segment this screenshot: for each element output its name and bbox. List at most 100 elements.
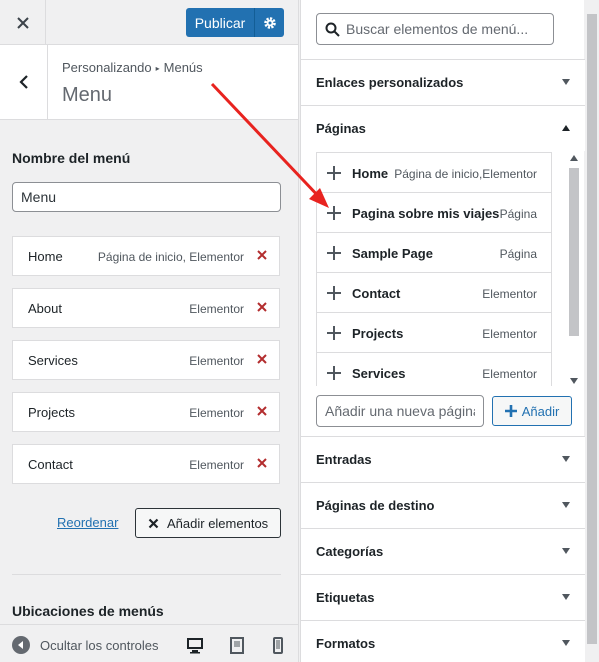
chevron-left-icon: [18, 75, 28, 89]
page-title: Projects: [352, 326, 404, 341]
desktop-icon: [187, 637, 203, 653]
chevron-down-icon: [562, 79, 570, 85]
page-title: Pagina sobre mis viajes: [352, 206, 500, 221]
menu-item-title: Services: [28, 353, 78, 368]
menu-name-label: Nombre del menú: [12, 150, 131, 166]
page-type: Página: [499, 207, 537, 221]
add-items-label: Añadir elementos: [167, 515, 269, 531]
accordion-tags[interactable]: Etiquetas: [301, 574, 585, 620]
plus-icon: [327, 366, 341, 380]
reorder-link[interactable]: Reordenar: [57, 515, 118, 530]
tablet-preview-button[interactable]: [227, 635, 247, 655]
mobile-preview-button[interactable]: [268, 635, 288, 655]
page-scrollbar[interactable]: [585, 0, 599, 662]
delete-icon[interactable]: [255, 404, 269, 418]
scroll-down-icon: [570, 378, 578, 384]
plus-icon: [327, 286, 341, 300]
delete-icon[interactable]: [255, 300, 269, 314]
menu-item-type: Elementor: [189, 302, 244, 316]
chevron-down-icon: [562, 456, 570, 462]
accordion-title: Enlaces personalizados: [316, 75, 464, 90]
collapse-controls-button[interactable]: Ocultar los controles: [12, 636, 159, 654]
close-customizer-button[interactable]: [0, 0, 46, 45]
accordion-title: Formatos: [316, 636, 376, 651]
plus-icon: [504, 405, 517, 417]
publish-button[interactable]: Publicar: [186, 8, 284, 37]
list-item[interactable]: Home Página de inicio,Elementor: [317, 153, 551, 193]
scroll-up-icon: [570, 155, 578, 161]
chevron-down-icon: [562, 548, 570, 554]
mobile-icon: [273, 636, 283, 654]
page-type: Elementor: [482, 367, 537, 381]
tablet-icon: [230, 636, 244, 654]
plus-icon: [327, 326, 341, 340]
menu-item[interactable]: Home Página de inicio, Elementor: [12, 236, 280, 276]
list-item[interactable]: Pagina sobre mis viajes Página: [317, 193, 551, 233]
collapse-label: Ocultar los controles: [40, 637, 159, 653]
menu-item-title: Contact: [28, 457, 73, 472]
publish-settings-button[interactable]: [254, 8, 284, 37]
add-page-button[interactable]: Añadir: [492, 396, 572, 426]
breadcrumb: Personalizando ▸ Menús: [62, 60, 203, 75]
delete-icon[interactable]: [255, 248, 269, 262]
menu-locations-label: Ubicaciones de menús: [12, 603, 164, 619]
chevron-up-icon: [562, 125, 570, 131]
plus-icon: [327, 166, 341, 180]
accordion-categories[interactable]: Categorías: [301, 528, 585, 574]
add-page-label: Añadir: [521, 403, 560, 419]
back-button[interactable]: [0, 45, 48, 119]
close-icon: [148, 518, 159, 528]
menu-item[interactable]: Services Elementor: [12, 340, 280, 380]
page-title: Services: [352, 366, 406, 381]
menu-item-title: Home: [28, 249, 63, 264]
divider: [12, 574, 281, 575]
page-title: Contact: [352, 286, 401, 301]
list-item[interactable]: Contact Elementor: [317, 273, 551, 313]
menu-item-type: Elementor: [189, 458, 244, 472]
accordion-title: Páginas: [316, 121, 366, 136]
section-header: Personalizando ▸ Menús Menu: [0, 45, 298, 120]
menu-item[interactable]: Contact Elementor: [12, 444, 280, 484]
accordion-pages[interactable]: Páginas: [301, 105, 585, 151]
pages-list-scrollbar[interactable]: [568, 152, 580, 386]
delete-icon[interactable]: [255, 352, 269, 366]
accordion-title: Entradas: [316, 452, 372, 467]
list-item[interactable]: Sample Page Página: [317, 233, 551, 273]
add-items-button[interactable]: Añadir elementos: [135, 508, 281, 538]
available-items-panel: Enlaces personalizados Páginas Home Pági…: [300, 0, 585, 662]
page-type: Elementor: [482, 287, 537, 301]
accordion-title: Páginas de destino: [316, 498, 435, 513]
accordion-formats[interactable]: Formatos: [301, 620, 585, 662]
page-type: Elementor: [482, 327, 537, 341]
menu-item[interactable]: About Elementor: [12, 288, 280, 328]
menu-item-type: Página de inicio, Elementor: [97, 250, 244, 264]
chevron-down-icon: [562, 640, 570, 646]
close-icon: [16, 16, 29, 29]
page-title: Home: [352, 166, 389, 181]
publish-label: Publicar: [194, 14, 246, 31]
search-icon: [325, 22, 340, 37]
accordion-title: Categorías: [316, 544, 384, 559]
scrollbar-thumb[interactable]: [569, 168, 579, 336]
search-field[interactable]: [316, 13, 554, 45]
scrollbar-thumb[interactable]: [587, 14, 597, 644]
chevron-down-icon: [562, 502, 570, 508]
plus-icon: [327, 246, 341, 260]
menu-item[interactable]: Projects Elementor: [12, 392, 280, 432]
list-item[interactable]: Projects Elementor: [317, 313, 551, 353]
list-item[interactable]: Services Elementor: [317, 353, 551, 386]
accordion-landing-pages[interactable]: Páginas de destino: [301, 482, 585, 528]
search-input[interactable]: [346, 21, 546, 37]
delete-icon[interactable]: [255, 456, 269, 470]
new-page-input[interactable]: [316, 395, 484, 427]
menu-item-title: About: [28, 301, 62, 316]
desktop-preview-button[interactable]: [185, 635, 205, 655]
menu-item-type: Elementor: [189, 406, 244, 420]
page-title: Sample Page: [352, 246, 433, 261]
accordion-custom-links[interactable]: Enlaces personalizados: [301, 59, 585, 105]
breadcrumb-root: Personalizando: [62, 60, 152, 75]
menu-item-title: Projects: [28, 405, 75, 420]
collapse-icon: [12, 636, 30, 654]
accordion-posts[interactable]: Entradas: [301, 436, 585, 482]
menu-name-input[interactable]: [12, 182, 281, 212]
